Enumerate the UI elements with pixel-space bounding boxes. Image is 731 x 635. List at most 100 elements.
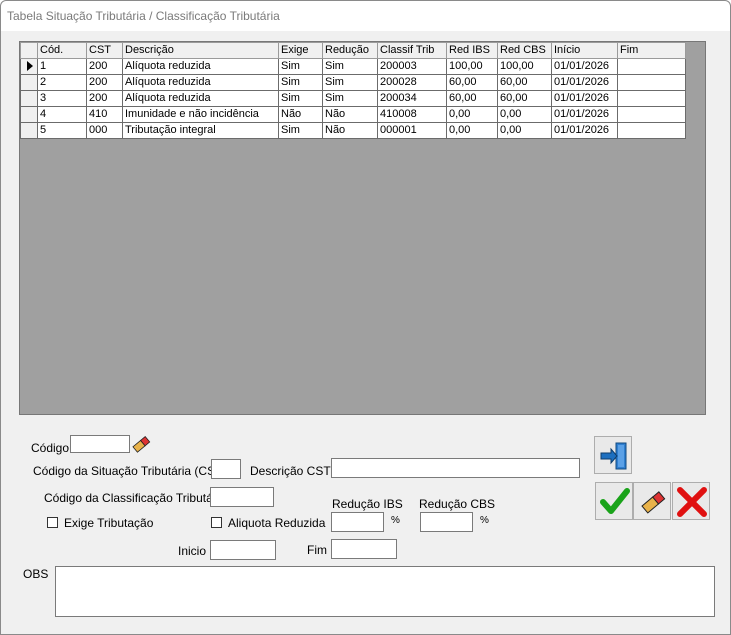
cell-red-ibs[interactable]: 0,00 bbox=[446, 106, 498, 123]
col-header-classif[interactable]: Classif Trib bbox=[377, 42, 447, 59]
obs-textarea[interactable] bbox=[55, 566, 715, 617]
cell-cod[interactable]: 4 bbox=[37, 106, 87, 123]
cell-fim[interactable] bbox=[617, 74, 686, 91]
cell-red-cbs[interactable]: 60,00 bbox=[497, 90, 552, 107]
clear-button[interactable] bbox=[633, 482, 671, 520]
cell-reducao[interactable]: Não bbox=[322, 122, 378, 139]
cell-exige[interactable]: Sim bbox=[278, 90, 323, 107]
cell-classif[interactable]: 000001 bbox=[377, 122, 447, 139]
cell-exige[interactable]: Sim bbox=[278, 74, 323, 91]
inicio-input[interactable] bbox=[210, 540, 276, 560]
reducao-cbs-label: Redução CBS bbox=[419, 497, 496, 511]
cell-cod[interactable]: 2 bbox=[37, 74, 87, 91]
cell-fim[interactable] bbox=[617, 58, 686, 75]
col-header-cst[interactable]: CST bbox=[86, 42, 123, 59]
col-header-reducao[interactable]: Redução bbox=[322, 42, 378, 59]
exit-button[interactable] bbox=[594, 436, 632, 474]
fim-input[interactable] bbox=[331, 539, 397, 559]
row-indicator[interactable] bbox=[20, 58, 38, 75]
classificacao-input[interactable] bbox=[210, 487, 274, 507]
cell-descricao[interactable]: Alíquota reduzida bbox=[122, 74, 279, 91]
cell-classif[interactable]: 200028 bbox=[377, 74, 447, 91]
cell-red-cbs[interactable]: 0,00 bbox=[497, 106, 552, 123]
cell-classif[interactable]: 200034 bbox=[377, 90, 447, 107]
cell-exige[interactable]: Sim bbox=[278, 122, 323, 139]
table-row[interactable]: 3 200 Alíquota reduzida Sim Sim 200034 60,00 60… bbox=[20, 90, 686, 107]
col-header-red-ibs[interactable]: Red IBS bbox=[446, 42, 498, 59]
cell-reducao[interactable]: Sim bbox=[322, 58, 378, 75]
aliquota-reduzida-label: Aliquota Reduzida bbox=[228, 516, 326, 530]
col-header-exige[interactable]: Exige bbox=[278, 42, 323, 59]
cell-inicio[interactable]: 01/01/2026 bbox=[551, 58, 618, 75]
row-indicator[interactable] bbox=[20, 106, 38, 123]
table-row[interactable]: 1 200 Alíquota reduzida Sim Sim 200003 100,00 1… bbox=[20, 58, 686, 75]
cell-cod[interactable]: 5 bbox=[37, 122, 87, 139]
cell-red-cbs[interactable]: 60,00 bbox=[497, 74, 552, 91]
table-row[interactable]: 2 200 Alíquota reduzida Sim Sim 200028 60,00 60… bbox=[20, 74, 686, 91]
cell-red-cbs[interactable]: 100,00 bbox=[497, 58, 552, 75]
cell-red-ibs[interactable]: 60,00 bbox=[446, 90, 498, 107]
col-header-descricao[interactable]: Descrição bbox=[122, 42, 279, 59]
title-bar: Tabela Situação Tributária / Classificaç… bbox=[1, 1, 730, 31]
descricao-cst-label: Descrição CST bbox=[250, 464, 331, 478]
reducao-ibs-input[interactable] bbox=[331, 512, 384, 532]
classificacao-label: Código da Classificação Tributária bbox=[44, 491, 227, 505]
cell-cst[interactable]: 200 bbox=[86, 90, 123, 107]
row-indicator[interactable] bbox=[20, 90, 38, 107]
cell-fim[interactable] bbox=[617, 122, 686, 139]
cell-cod[interactable]: 1 bbox=[37, 58, 87, 75]
cell-descricao[interactable]: Imunidade e não incidência bbox=[122, 106, 279, 123]
col-header-cod[interactable]: Cód. bbox=[37, 42, 87, 59]
data-grid[interactable]: Cód. CST Descrição Exige Redução Classif… bbox=[19, 41, 706, 415]
cell-cst[interactable]: 200 bbox=[86, 58, 123, 75]
exige-tributacao-checkbox[interactable] bbox=[47, 517, 58, 528]
reducao-ibs-percent: % bbox=[391, 515, 400, 526]
cell-cod[interactable]: 3 bbox=[37, 90, 87, 107]
codigo-lookup-eraser-icon[interactable] bbox=[130, 433, 152, 455]
col-header-fim[interactable]: Fim bbox=[617, 42, 686, 59]
exit-door-icon bbox=[600, 442, 627, 470]
row-indicator[interactable] bbox=[20, 74, 38, 91]
cell-red-cbs[interactable]: 0,00 bbox=[497, 122, 552, 139]
reducao-ibs-label: Redução IBS bbox=[332, 497, 403, 511]
cell-reducao[interactable]: Sim bbox=[322, 74, 378, 91]
x-cancel-icon bbox=[677, 487, 707, 517]
cell-inicio[interactable]: 01/01/2026 bbox=[551, 90, 618, 107]
cell-fim[interactable] bbox=[617, 90, 686, 107]
cell-red-ibs[interactable]: 100,00 bbox=[446, 58, 498, 75]
cell-inicio[interactable]: 01/01/2026 bbox=[551, 122, 618, 139]
cell-descricao[interactable]: Alíquota reduzida bbox=[122, 90, 279, 107]
cell-cst[interactable]: 410 bbox=[86, 106, 123, 123]
descricao-cst-input[interactable] bbox=[331, 458, 580, 478]
confirm-button[interactable] bbox=[595, 482, 633, 520]
cell-reducao[interactable]: Sim bbox=[322, 90, 378, 107]
cell-classif[interactable]: 200003 bbox=[377, 58, 447, 75]
table-row[interactable]: 5 000 Tributação integral Sim Não 000001 0,00 0… bbox=[20, 122, 686, 139]
col-header-inicio[interactable]: Início bbox=[551, 42, 618, 59]
row-indicator[interactable] bbox=[20, 122, 38, 139]
cell-red-ibs[interactable]: 0,00 bbox=[446, 122, 498, 139]
cell-inicio[interactable]: 01/01/2026 bbox=[551, 106, 618, 123]
grid-header-row: Cód. CST Descrição Exige Redução Classif… bbox=[20, 42, 686, 59]
cell-inicio[interactable]: 01/01/2026 bbox=[551, 74, 618, 91]
cell-cst[interactable]: 000 bbox=[86, 122, 123, 139]
cell-descricao[interactable]: Tributação integral bbox=[122, 122, 279, 139]
cell-fim[interactable] bbox=[617, 106, 686, 123]
cell-cst[interactable]: 200 bbox=[86, 74, 123, 91]
reducao-cbs-input[interactable] bbox=[420, 512, 473, 532]
fim-label: Fim bbox=[307, 543, 327, 557]
current-row-pointer-icon bbox=[27, 61, 33, 72]
codigo-input[interactable] bbox=[70, 435, 130, 453]
cell-exige[interactable]: Sim bbox=[278, 58, 323, 75]
cell-red-ibs[interactable]: 60,00 bbox=[446, 74, 498, 91]
exige-tributacao-label: Exige Tributação bbox=[64, 516, 154, 530]
cell-descricao[interactable]: Alíquota reduzida bbox=[122, 58, 279, 75]
cell-exige[interactable]: Não bbox=[278, 106, 323, 123]
cell-reducao[interactable]: Não bbox=[322, 106, 378, 123]
cell-classif[interactable]: 410008 bbox=[377, 106, 447, 123]
table-row[interactable]: 4 410 Imunidade e não incidência Não Não 4100… bbox=[20, 106, 686, 123]
col-header-red-cbs[interactable]: Red CBS bbox=[497, 42, 552, 59]
aliquota-reduzida-checkbox[interactable] bbox=[211, 517, 222, 528]
cst-input[interactable] bbox=[211, 459, 241, 479]
cancel-button[interactable] bbox=[672, 482, 710, 520]
